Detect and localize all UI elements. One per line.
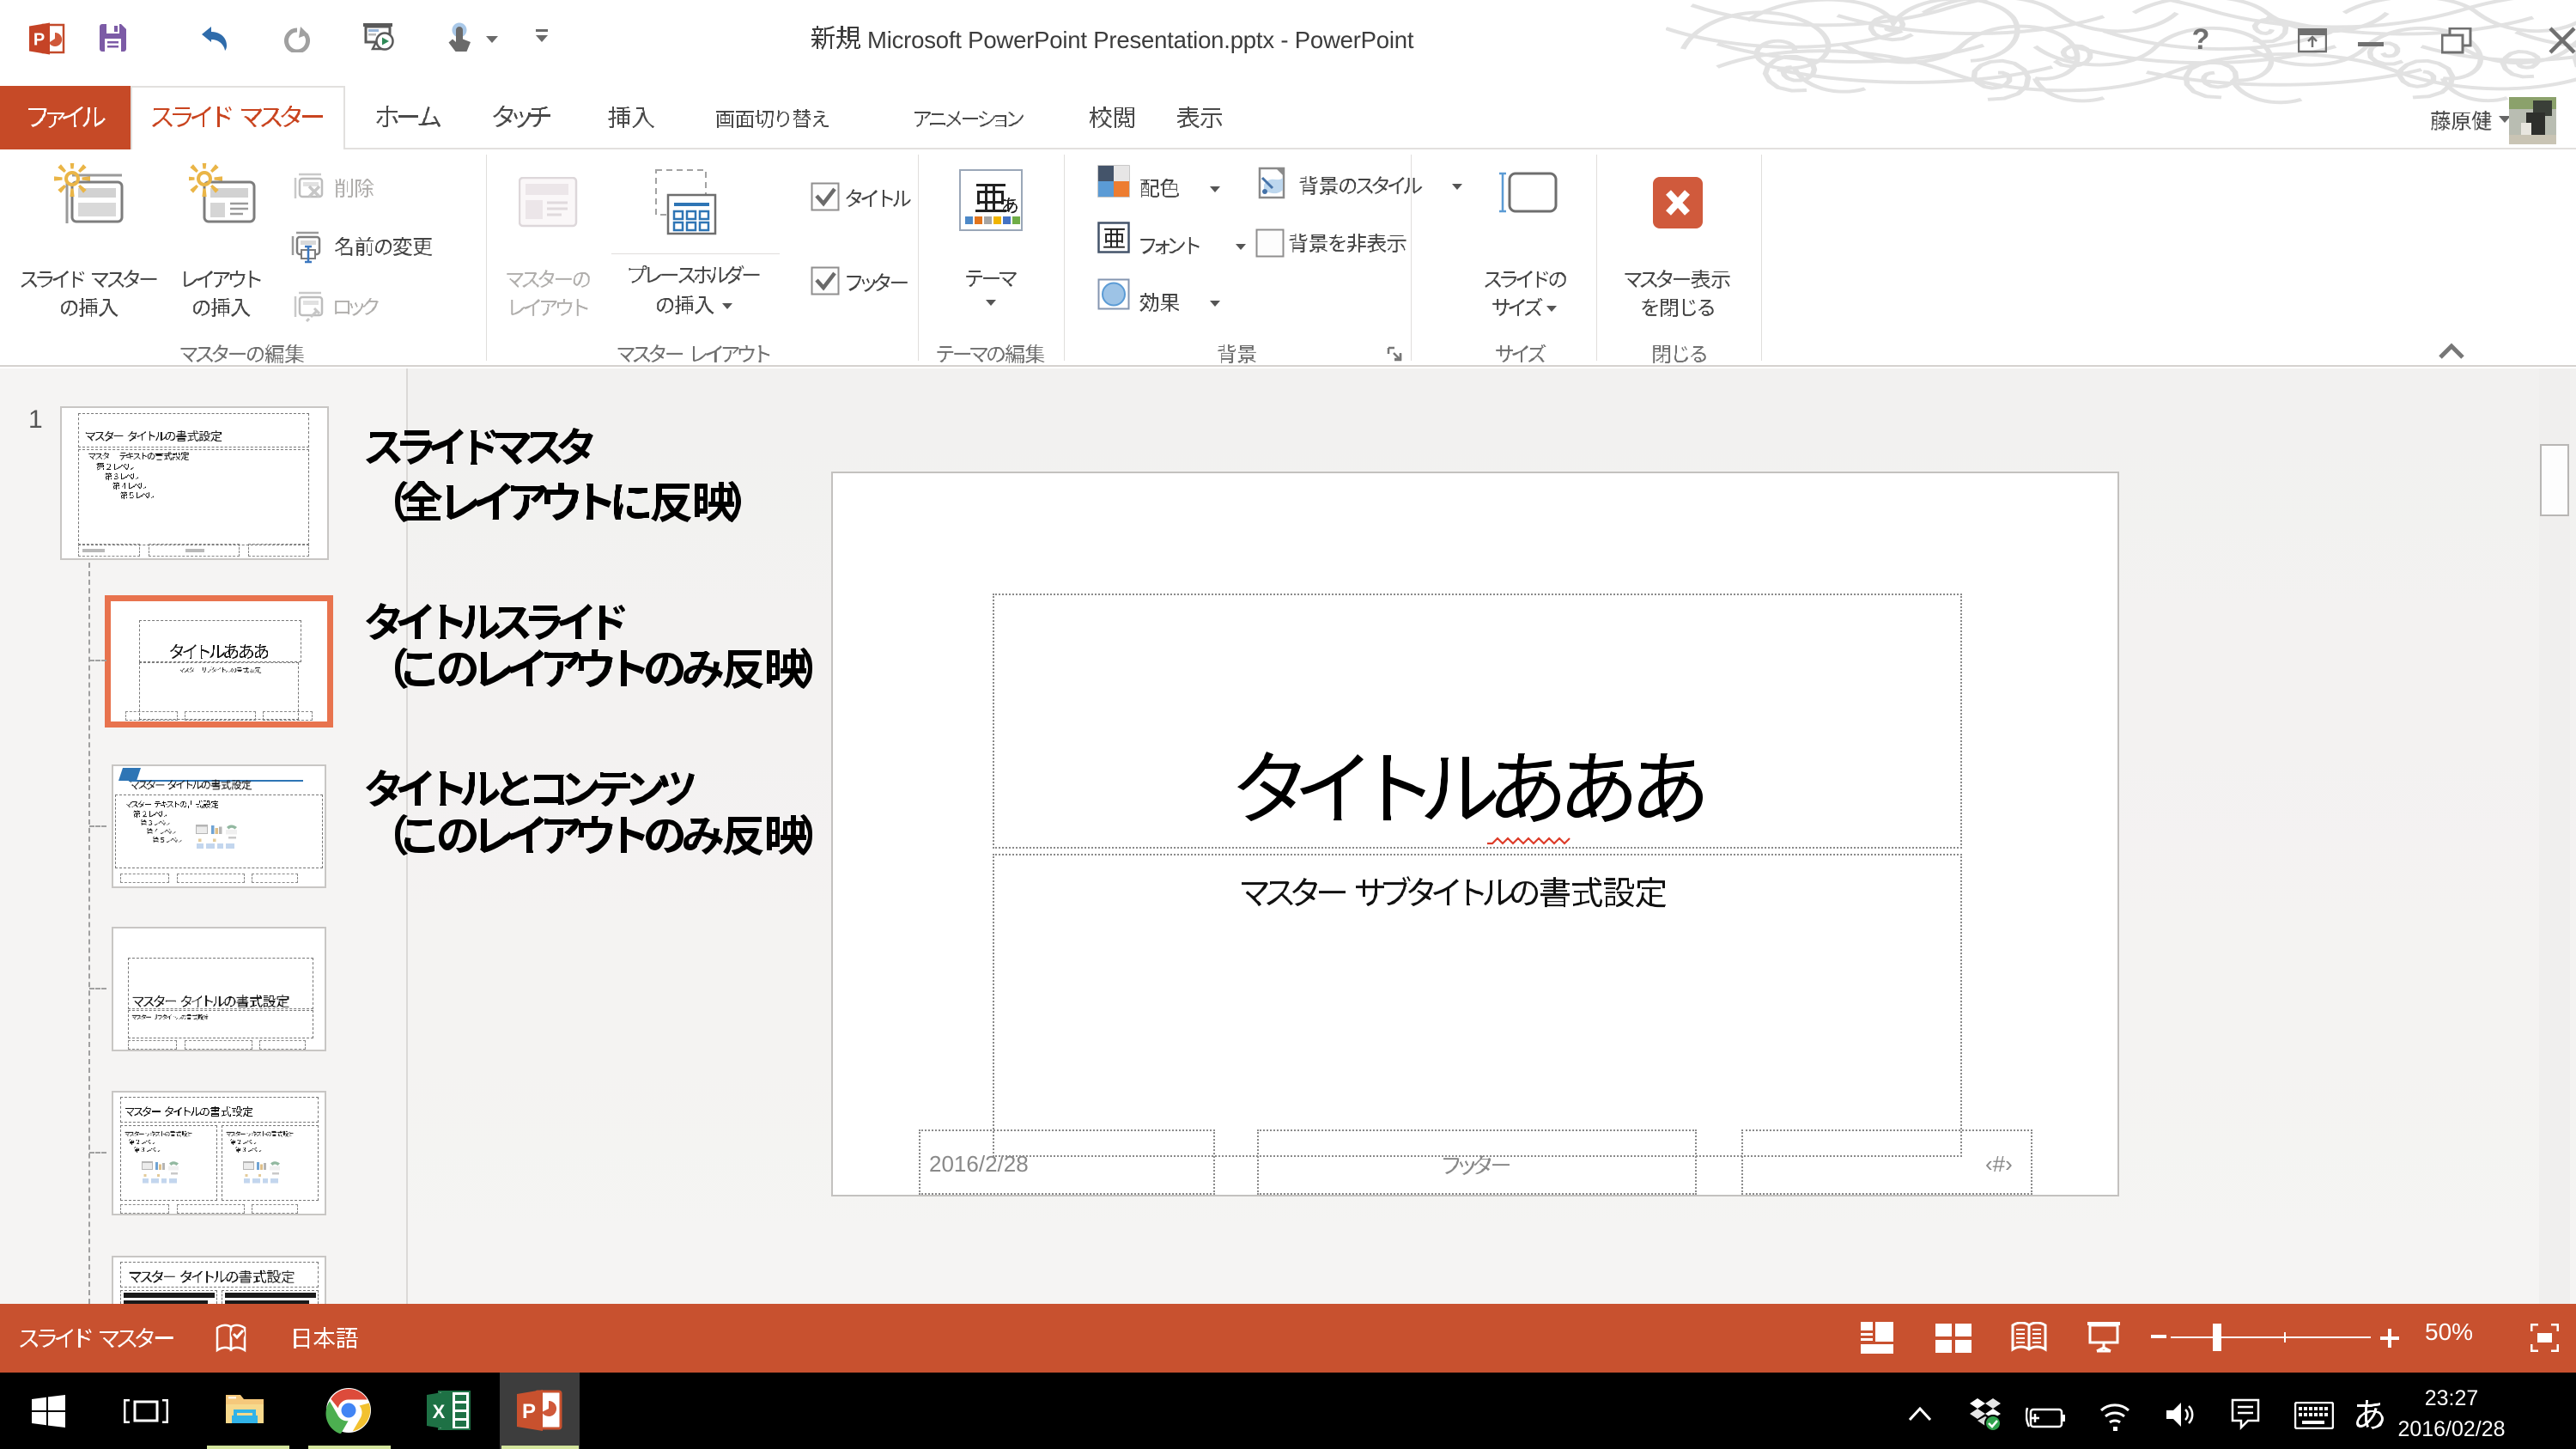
svg-text:X: X [433,1401,446,1422]
svg-text:P: P [522,1400,536,1423]
svg-text:?: ? [2192,26,2210,53]
svg-text:P: P [33,31,45,50]
